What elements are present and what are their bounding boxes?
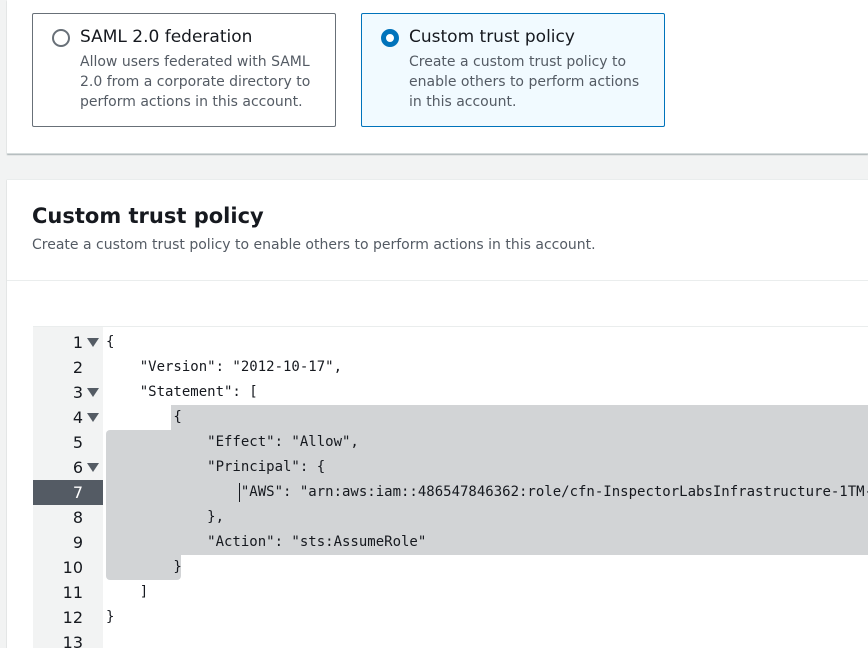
code-line[interactable]: 3 "Statement": [: [33, 380, 868, 405]
code-line[interactable]: 7 "AWS": "arn:aws:iam::486547846362:role…: [33, 480, 868, 505]
code-line[interactable]: 6 "Principal": {: [33, 455, 868, 480]
code-line[interactable]: 1{: [33, 330, 868, 355]
code-text: {: [106, 334, 115, 350]
line-number: 13: [62, 633, 83, 648]
editor-code-area[interactable]: 1{2 "Version": "2012-10-17", 3 "Statement…: [33, 327, 868, 648]
code-text: "Version": "2012-10-17",: [106, 359, 343, 375]
custom-description: Create a custom trust policy to enable o…: [409, 54, 640, 110]
fold-toggle-icon[interactable]: [87, 388, 99, 397]
policy-code-editor[interactable]: 1{2 "Version": "2012-10-17", 3 "Statement…: [33, 326, 868, 648]
code-line[interactable]: 8 },: [33, 505, 868, 530]
section-title: Custom trust policy: [32, 204, 264, 228]
line-number: 4: [72, 408, 83, 427]
line-number: 12: [62, 608, 83, 627]
code-text: },: [106, 509, 225, 525]
code-line[interactable]: 13: [33, 630, 868, 648]
custom-trust-policy-tile[interactable]: Custom trust policy Create a custom trus…: [361, 13, 665, 127]
line-number: 3: [72, 383, 83, 402]
fold-toggle-icon[interactable]: [87, 338, 99, 347]
line-number: 2: [72, 358, 83, 377]
code-text: }: [106, 559, 182, 575]
custom-title: Custom trust policy: [409, 27, 575, 47]
code-line[interactable]: 11 ]: [33, 580, 868, 605]
saml-description: Allow users federated with SAML 2.0 from…: [80, 54, 311, 110]
code-text: "Action": "sts:AssumeRole": [106, 534, 427, 550]
fold-toggle-icon[interactable]: [87, 413, 99, 422]
code-text: "Principal": {: [106, 459, 326, 475]
code-line[interactable]: 4 {: [33, 405, 868, 430]
code-line[interactable]: 9 "Action": "sts:AssumeRole": [33, 530, 868, 555]
section-description: Create a custom trust policy to enable o…: [32, 237, 596, 253]
line-number: 10: [62, 558, 83, 577]
line-number: 7: [72, 483, 83, 502]
saml-federation-tile[interactable]: SAML 2.0 federation Allow users federate…: [32, 13, 336, 127]
code-line[interactable]: 12}: [33, 605, 868, 630]
code-line[interactable]: 2 "Version": "2012-10-17",: [33, 355, 868, 380]
line-number: 5: [72, 433, 83, 452]
saml-title: SAML 2.0 federation: [80, 27, 253, 47]
custom-trust-radio[interactable]: [381, 29, 399, 47]
code-text: "AWS": "arn:aws:iam::486547846362:role/c…: [106, 484, 868, 500]
code-line[interactable]: 10 }: [33, 555, 868, 580]
code-text: "Statement": [: [106, 384, 258, 400]
code-text: ]: [106, 584, 149, 600]
code-text: "Effect": "Allow",: [106, 434, 359, 450]
text-cursor: [239, 483, 240, 502]
code-line[interactable]: 5 "Effect": "Allow",: [33, 430, 868, 455]
page: SAML 2.0 federation Allow users federate…: [0, 0, 868, 648]
saml-radio[interactable]: [52, 29, 70, 47]
line-number: 6: [72, 458, 83, 477]
fold-toggle-icon[interactable]: [87, 463, 99, 472]
code-text: }: [106, 609, 115, 625]
line-number: 1: [72, 333, 83, 352]
line-number: 8: [72, 508, 83, 527]
line-number: 9: [72, 533, 83, 552]
section-header: Custom trust policy Create a custom trus…: [7, 180, 868, 281]
trusted-entity-panel: SAML 2.0 federation Allow users federate…: [7, 0, 868, 154]
line-number: 11: [62, 583, 83, 602]
code-text: {: [106, 409, 182, 425]
